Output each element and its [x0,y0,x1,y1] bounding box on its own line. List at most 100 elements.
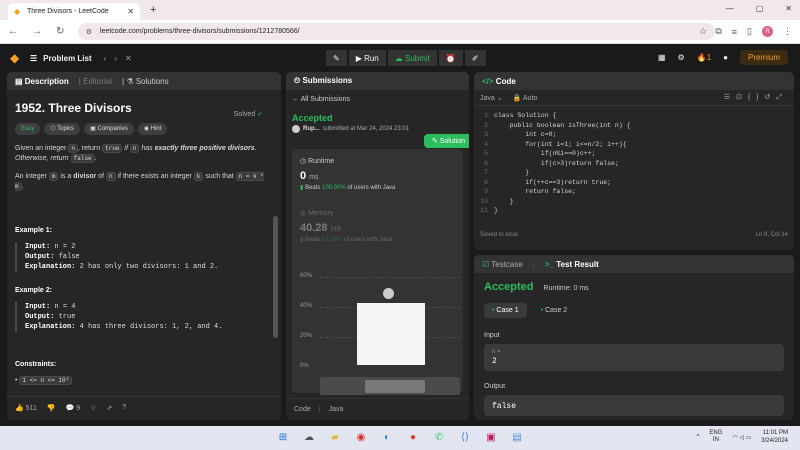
streak-counter[interactable]: 🔥1 [697,53,711,62]
comments-button[interactable]: 💬 9 [66,404,81,412]
code-line[interactable]: } [494,197,631,207]
problem-list-link[interactable]: Problem List [43,54,91,63]
hint-label: Hint [150,126,162,132]
leetcode-logo-icon[interactable]: ◆ [10,51,30,65]
submit-button[interactable]: ☁ Submit [387,50,437,66]
notes-icon[interactable]: ✐ [464,50,486,66]
hint-tag[interactable]: ◉ Hint [137,123,168,135]
extensions-icon[interactable]: ⧉ [715,26,721,37]
line-number: 2 [484,121,488,129]
chrome-icon[interactable]: ◉ [355,432,367,444]
test-status: Accepted [484,281,534,293]
code-line[interactable]: for(int i=1; i<=n/2; i++){ [494,140,631,150]
help-icon[interactable]: ? [122,404,126,411]
language-select[interactable]: Java ⌄ [480,94,503,102]
solution-button[interactable]: ✎ Solution [423,134,469,148]
browser-tab[interactable]: ◆ Three Divisors - LeetCode ✕ [8,3,140,20]
companies-tag[interactable]: ▣ Companies [84,123,134,135]
test-result-tab[interactable]: >_ Test Result [545,260,599,269]
inline-code: n [105,172,116,181]
vscode-icon[interactable]: ⟨⟩ [459,432,471,444]
code-tab[interactable]: </> Code [482,77,516,86]
submissions-panel: ⏲ Submissions ← All Submissions Accepted… [286,72,469,420]
premium-button[interactable]: Premium [739,50,788,65]
code-line[interactable]: } [494,206,631,216]
edge-icon[interactable]: ◐ [381,432,393,444]
media-icon[interactable]: ≡ [732,27,737,37]
code-line[interactable]: class Solution { [494,111,631,121]
case-2-tab[interactable]: Case 2 [533,303,576,318]
forward-icon[interactable]: → [32,26,42,37]
all-submissions-link[interactable]: ← All Submissions [292,96,463,103]
favorite-star-icon[interactable]: ☆ [90,404,96,412]
like-count: 511 [25,404,37,412]
submissions-tab[interactable]: ⏲ Submissions [294,76,352,86]
tab-solutions[interactable]: | ⚗ Solutions [122,77,169,86]
tray-chevron-icon[interactable]: ^ [697,434,700,440]
solution-label: Solution [439,138,465,145]
close-window-icon[interactable]: ✕ [785,4,792,13]
auto-mode-toggle[interactable]: 🔒 Auto [513,94,538,102]
code-line[interactable]: public boolean isThree(int n) { [494,121,631,131]
like-button[interactable]: 👍 511 [15,404,37,412]
dislike-icon[interactable]: 👎 [47,404,56,412]
photos-icon[interactable]: ● [407,432,419,444]
url-bar[interactable]: ⚙ leetcode.com/problems/three-divisors/s… [77,23,716,40]
wifi-sound-battery-icons[interactable]: ◠ ◁ ▭ [732,434,751,441]
close-tab-icon[interactable]: ✕ [127,7,134,16]
profile-avatar[interactable]: R [762,26,773,37]
input-key: n = [492,349,501,355]
tab-editorial[interactable]: | Editorial [79,77,112,86]
windows-start-icon[interactable]: ⊞ [277,432,289,444]
code-line[interactable]: if(c>3)return false; [494,159,631,169]
testcase-tab[interactable]: ☑ Testcase [482,260,523,269]
prev-next-arrows[interactable]: ‹›✕ [104,54,140,63]
example-2-title: Example 2: [15,287,52,294]
minimize-icon[interactable]: — [726,4,734,13]
run-button[interactable]: ▶ Run [348,50,386,66]
range-slider-handle[interactable] [365,380,425,393]
editor-tool-icons[interactable]: ☰⊡{}↺⤢ [724,93,788,102]
layout-grid-icon[interactable]: ▦ [658,53,666,62]
notepad-icon[interactable]: ▤ [511,432,523,444]
share-icon[interactable]: ⇗ [106,404,112,412]
whatsapp-icon[interactable]: ✆ [433,432,445,444]
code-lines[interactable]: class Solution { public boolean isThree(… [494,111,631,230]
topics-tag[interactable]: ⬡ Topics [44,123,81,135]
new-tab-button[interactable]: + [150,4,156,16]
case-1-tab[interactable]: Case 1 [484,303,527,318]
date: 3/24/2024 [761,438,788,444]
code-editor[interactable]: 1 2 3 4 5 6 7 8 9 10 11 class Solution { public bo… [474,106,794,230]
description-scrollbar[interactable] [273,216,278,338]
memory-section[interactable]: ◎ Memory 40.28 MB ▮ Beats 63.98% of user… [300,209,455,243]
code-line[interactable]: if(++c==3)return true; [494,178,631,188]
code-line[interactable]: int c=0; [494,130,631,140]
back-icon[interactable]: ← [8,26,18,37]
reload-icon[interactable]: ↻ [56,26,64,37]
distribution-bar[interactable] [357,303,425,365]
code-line[interactable]: } [494,168,631,178]
memory-unit: MB [330,226,342,233]
file-explorer-icon[interactable]: ▰ [329,432,341,444]
runtime-section[interactable]: ◷ Runtime [300,157,455,165]
widgets-icon[interactable]: ☁ [303,432,315,444]
site-info-icon[interactable]: ⚙ [86,28,92,36]
settings-gear-icon[interactable]: ⚙ [678,53,685,62]
maximize-icon[interactable]: ▢ [756,4,764,13]
sidebar-icon[interactable]: ▯ [747,26,752,37]
user-avatar[interactable]: ● [723,53,728,62]
clock[interactable]: 11:01 PM 3/24/2024 [761,429,788,445]
example-1-box: Input: n = 2 Output: false Explanation: … [15,242,273,272]
debug-button[interactable]: ✎ [326,50,347,66]
timer-icon[interactable]: ⏰ [438,50,463,66]
beats-suffix: of users with Java [347,185,396,191]
intellij-icon[interactable]: ▣ [485,432,497,444]
language-indicator[interactable]: ENG IN [709,430,722,444]
code-line[interactable]: return false; [494,187,631,197]
difficulty-tag[interactable]: Easy [15,123,41,135]
explanation-label: Explanation: [25,263,76,271]
bookmark-star-icon[interactable]: ☆ [699,26,707,37]
code-line[interactable]: if(n%i==0)c++; [494,149,631,159]
menu-icon[interactable]: ⋮ [783,26,792,37]
tab-description[interactable]: ▤ Description [15,77,69,86]
